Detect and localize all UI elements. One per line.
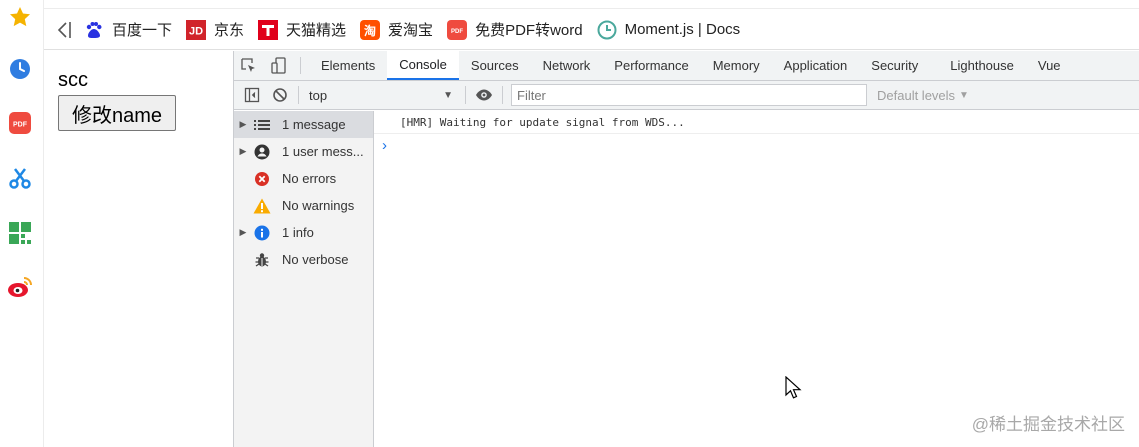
console-output: [HMR] Waiting for update signal from WDS… [374,111,1139,447]
bookmark-label: 百度一下 [112,22,173,39]
pdf-app-icon[interactable]: PDF [7,110,33,136]
dropdown-arrow-icon: ▼ [959,89,969,101]
expand-arrow-icon[interactable]: ▶ [234,119,252,130]
clear-console-icon[interactable] [266,81,294,109]
console-sidebar: ▶ 1 message ▶ 1 user mess... No errors N… [234,111,374,447]
expand-arrow-icon[interactable]: ▶ [234,146,252,157]
console-toolbar: top ▼ Default levels ▼ [234,81,1139,110]
apps-grid-icon[interactable] [7,220,33,246]
tab-memory[interactable]: Memory [701,51,772,80]
watermark: @稀土掘金技术社区 [971,415,1125,434]
log-levels-dropdown[interactable]: Default levels ▼ [877,88,969,103]
show-sidebar-icon[interactable] [238,81,266,109]
svg-text:PDF: PDF [451,29,463,35]
console-prompt[interactable]: › [374,134,1139,156]
browser-sidebar: PDF [0,0,44,447]
live-expression-eye-icon[interactable] [470,81,498,109]
scissors-icon[interactable] [7,165,33,191]
bookmark-moment[interactable]: Moment.js | Docs [597,10,741,50]
warning-icon [252,196,272,216]
change-name-button[interactable]: 修改name [58,95,176,131]
sidebar-item-verbose[interactable]: No verbose [234,246,373,273]
bookmark-label: 免费PDF转word [475,22,583,39]
device-toolbar-icon[interactable] [264,51,294,80]
bookmark-label: Moment.js | Docs [624,21,741,38]
list-icon [252,115,272,135]
error-icon [252,169,272,189]
favorites-star-icon[interactable] [7,4,33,30]
context-value: top [309,87,328,103]
bookmark-baidu[interactable]: 百度一下 [84,10,172,50]
sidebar-item-label: 1 message [282,117,346,132]
sidebar-item-info[interactable]: ▶ 1 info [234,219,373,246]
sidebar-item-label: 1 user mess... [282,144,364,159]
tab-vue[interactable]: Vue [1026,51,1073,80]
tab-separator [300,57,301,74]
page-content: scc 修改name [44,51,233,447]
sidebar-item-label: No verbose [282,252,349,267]
baidu-paw-icon [84,20,104,40]
bookmark-taobao[interactable]: 淘 爱淘宝 [360,10,433,50]
tab-performance[interactable]: Performance [602,51,700,80]
name-text: scc [58,69,88,91]
pdf-logo-icon: PDF [447,19,468,40]
toolbar-separator [298,86,299,104]
tab-sources[interactable]: Sources [459,51,531,80]
tab-console[interactable]: Console [387,51,459,80]
sidebar-item-label: No warnings [282,198,355,213]
collapse-sidebar-icon[interactable] [44,10,84,50]
tab-lighthouse[interactable]: Lighthouse [930,51,1026,80]
levels-label: Default levels [877,87,956,103]
taobao-logo-icon: 淘 [360,19,381,40]
info-icon [252,223,272,243]
tab-elements[interactable]: Elements [309,51,387,80]
sidebar-item-label: 1 info [282,225,314,240]
svg-text:PDF: PDF [13,122,28,129]
svg-text:淘: 淘 [364,23,376,38]
tmall-logo-icon [258,19,279,40]
inspect-element-icon[interactable] [234,51,264,80]
toolbar-separator [465,86,466,104]
devtools-tabbar: Elements Console Sources Network Perform… [234,51,1139,81]
tab-security[interactable]: Security [859,51,930,80]
bookmark-label: 天猫精选 [286,22,347,39]
bug-icon [252,250,272,270]
sidebar-item-user-messages[interactable]: ▶ 1 user mess... [234,138,373,165]
devtools-panel: Elements Console Sources Network Perform… [233,51,1139,447]
tab-application[interactable]: Application [772,51,860,80]
history-clock-icon[interactable] [7,56,33,82]
console-log-line: [HMR] Waiting for update signal from WDS… [374,111,1139,134]
toolbar-separator [502,86,503,104]
tab-network[interactable]: Network [531,51,603,80]
bookmark-label: 京东 [214,22,245,39]
jd-logo-icon: JD [186,19,207,40]
filter-input[interactable] [511,84,867,106]
expand-arrow-icon[interactable]: ▶ [234,227,252,238]
clock-icon [597,20,617,40]
bookmark-jd[interactable]: JD 京东 [186,10,244,50]
sidebar-item-label: No errors [282,171,337,186]
bookmark-tmall[interactable]: 天猫精选 [258,10,346,50]
dropdown-arrow-icon: ▼ [443,89,453,101]
svg-text:JD: JD [189,25,203,37]
weibo-icon[interactable] [7,274,33,300]
prompt-chevron-icon: › [382,136,387,154]
context-select[interactable]: top ▼ [303,84,461,106]
bookmarks-bar: 百度一下 JD 京东 天猫精选 淘 爱淘宝 PDF 免费PDF转word Mom… [44,10,1139,50]
sidebar-item-warnings[interactable]: No warnings [234,192,373,219]
mouse-cursor-icon [785,376,802,399]
sidebar-item-errors[interactable]: No errors [234,165,373,192]
bookmark-label: 爱淘宝 [388,22,434,39]
bookmark-pdf[interactable]: PDF 免费PDF转word [447,10,583,50]
sidebar-item-messages[interactable]: ▶ 1 message [234,111,373,138]
user-icon [252,142,272,162]
